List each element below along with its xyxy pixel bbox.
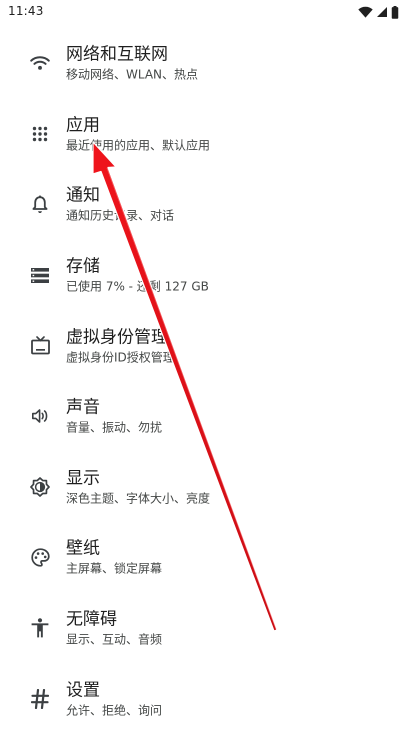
accessibility-icon bbox=[29, 617, 51, 639]
item-subtitle: 允许、拒绝、询问 bbox=[66, 703, 163, 718]
settings-item-accessibility[interactable]: 无障碍 显示、互动、音频 bbox=[0, 593, 409, 664]
tv-icon bbox=[29, 335, 51, 357]
brightness-icon bbox=[29, 476, 51, 498]
wifi-icon bbox=[29, 52, 51, 74]
item-title: 网络和互联网 bbox=[66, 44, 168, 65]
item-title: 存储 bbox=[66, 256, 100, 277]
settings-item-notifications[interactable]: 通知 通知历史记录、对话 bbox=[0, 169, 409, 240]
item-title: 壁纸 bbox=[66, 538, 100, 559]
volume-icon bbox=[29, 405, 51, 427]
item-subtitle: 显示、互动、音频 bbox=[66, 632, 163, 647]
item-title: 无障碍 bbox=[66, 609, 117, 630]
item-subtitle: 虚拟身份ID授权管理 bbox=[66, 350, 175, 365]
settings-item-network[interactable]: 网络和互联网 移动网络、WLAN、热点 bbox=[0, 28, 409, 99]
item-subtitle: 音量、振动、勿扰 bbox=[66, 420, 163, 435]
battery-icon bbox=[391, 5, 399, 19]
palette-icon bbox=[29, 546, 51, 568]
item-subtitle: 最近使用的应用、默认应用 bbox=[66, 138, 211, 153]
item-title: 显示 bbox=[66, 468, 100, 489]
item-subtitle: 已使用 7% - 还剩 127 GB bbox=[66, 279, 209, 294]
item-subtitle: 主屏幕、锁定屏幕 bbox=[66, 561, 163, 576]
status-bar: 11:43 bbox=[0, 0, 409, 24]
item-title: 设置 bbox=[66, 680, 100, 701]
settings-item-apps[interactable]: 应用 最近使用的应用、默认应用 bbox=[0, 99, 409, 170]
settings-item-display[interactable]: 显示 深色主题、字体大小、亮度 bbox=[0, 452, 409, 523]
wifi-icon bbox=[358, 6, 373, 18]
storage-icon bbox=[29, 264, 51, 286]
status-icons bbox=[358, 5, 399, 19]
settings-item-virtual-identity[interactable]: 虚拟身份管理 虚拟身份ID授权管理 bbox=[0, 310, 409, 381]
hash-icon bbox=[29, 688, 51, 710]
bell-icon bbox=[29, 193, 51, 215]
settings-item-storage[interactable]: 存储 已使用 7% - 还剩 127 GB bbox=[0, 240, 409, 311]
apps-grid-icon bbox=[29, 123, 51, 145]
item-subtitle: 移动网络、WLAN、热点 bbox=[66, 67, 199, 82]
item-title: 虚拟身份管理 bbox=[66, 327, 168, 348]
status-time: 11:43 bbox=[8, 4, 44, 18]
item-title: 应用 bbox=[66, 115, 100, 136]
settings-item-permissions[interactable]: 设置 允许、拒绝、询问 bbox=[0, 663, 409, 734]
settings-item-sound[interactable]: 声音 音量、振动、勿扰 bbox=[0, 381, 409, 452]
item-subtitle: 深色主题、字体大小、亮度 bbox=[66, 491, 211, 506]
signal-icon bbox=[377, 7, 387, 17]
settings-item-wallpaper[interactable]: 壁纸 主屏幕、锁定屏幕 bbox=[0, 522, 409, 593]
item-title: 通知 bbox=[66, 185, 100, 206]
item-subtitle: 通知历史记录、对话 bbox=[66, 208, 175, 223]
settings-list: 网络和互联网 移动网络、WLAN、热点 应用 最近使用的应用、默认应用 通知 通… bbox=[0, 28, 409, 734]
item-title: 声音 bbox=[66, 397, 100, 418]
